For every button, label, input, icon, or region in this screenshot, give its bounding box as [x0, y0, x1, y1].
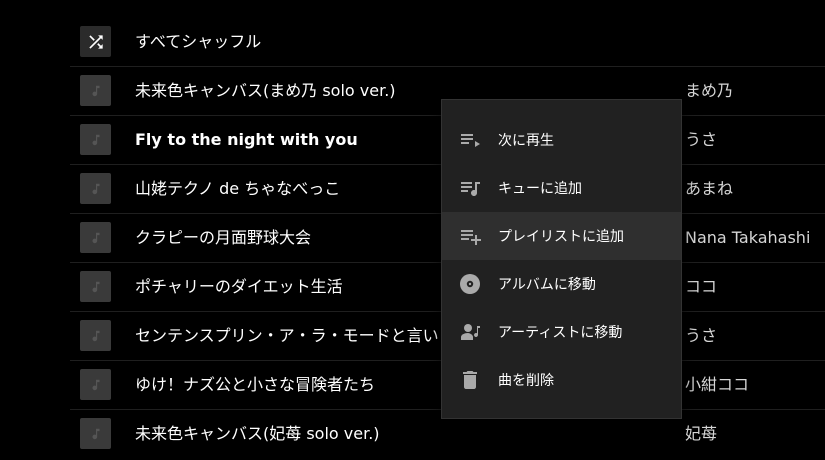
music-note-icon [80, 222, 111, 253]
menu-item-add-to-queue[interactable]: キューに追加 [442, 164, 681, 212]
shuffle-all-label: すべてシャッフル [135, 32, 262, 51]
track-title[interactable]: 未来色キャンバス(まめ乃 solo ver.) [135, 66, 396, 115]
menu-item-label: 曲を削除 [498, 373, 554, 389]
trash-icon [458, 368, 482, 392]
track-artist[interactable]: あまね [685, 164, 733, 213]
track-context-menu: 次に再生 キューに追加 プレイリストに追加 アルバムに移動 アーティストに移動 … [441, 99, 682, 419]
music-note-icon [80, 320, 111, 351]
menu-item-label: 次に再生 [498, 133, 554, 149]
track-list: すべてシャッフル 未来色キャンバス(まめ乃 solo ver.) まめ乃 Fly… [0, 0, 825, 460]
music-note-icon [80, 124, 111, 155]
track-artist[interactable]: Nana Takahashi [685, 213, 810, 262]
shuffle-all-row[interactable]: すべてシャッフル [70, 17, 825, 67]
music-note-icon [80, 75, 111, 106]
music-note-icon [80, 369, 111, 400]
track-title[interactable]: Fly to the night with you [135, 115, 358, 164]
artist-icon [458, 320, 482, 344]
album-icon [458, 272, 482, 296]
menu-item-go-to-artist[interactable]: アーティストに移動 [442, 308, 681, 356]
shuffle-icon [80, 26, 111, 57]
menu-item-go-to-album[interactable]: アルバムに移動 [442, 260, 681, 308]
menu-item-label: アルバムに移動 [498, 277, 596, 293]
track-artist[interactable]: 妃苺 [685, 409, 717, 458]
music-note-icon [80, 418, 111, 449]
track-artist[interactable]: うさ [685, 115, 717, 164]
menu-item-label: アーティストに移動 [498, 325, 623, 341]
menu-item-play-next[interactable]: 次に再生 [442, 116, 681, 164]
menu-item-add-to-playlist[interactable]: プレイリストに追加 [442, 212, 681, 260]
track-title[interactable]: 山姥テクノ de ちゃなべっこ [135, 164, 340, 213]
track-artist[interactable]: まめ乃 [685, 66, 733, 115]
track-title[interactable]: 未来色キャンバス(妃苺 solo ver.) [135, 409, 380, 458]
playlist-add-icon [458, 224, 482, 248]
track-title[interactable]: クラピーの月面野球大会 [135, 213, 311, 262]
track-title[interactable]: ポチャリーのダイエット生活 [135, 262, 343, 311]
track-title[interactable]: ゆけ！ナズ公と小さな冒険者たち [135, 360, 375, 409]
track-artist[interactable]: ココ [685, 262, 717, 311]
add-to-queue-icon [458, 176, 482, 200]
menu-item-label: キューに追加 [498, 181, 582, 197]
track-artist[interactable]: 小紺ココ [685, 360, 749, 409]
music-note-icon [80, 271, 111, 302]
menu-item-delete-song[interactable]: 曲を削除 [442, 356, 681, 404]
music-note-icon [80, 173, 111, 204]
play-next-icon [458, 128, 482, 152]
menu-item-label: プレイリストに追加 [498, 229, 624, 245]
track-artist[interactable]: うさ [685, 311, 717, 360]
